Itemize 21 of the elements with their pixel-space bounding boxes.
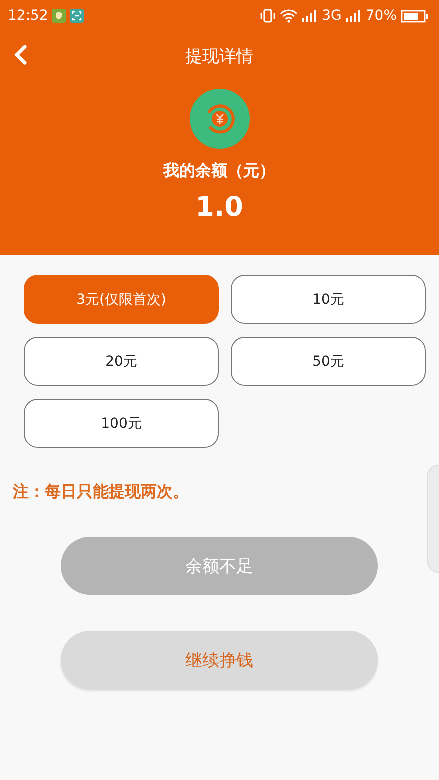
vibrate-icon	[260, 9, 276, 23]
back-icon[interactable]	[12, 44, 30, 66]
signal-icon	[346, 10, 362, 22]
side-handle[interactable]	[427, 465, 439, 573]
amount-option[interactable]: 20元	[24, 337, 219, 386]
status-time: 12:52	[8, 8, 48, 24]
shield-icon	[52, 9, 66, 23]
balance-label: 我的余额（元）	[164, 161, 276, 182]
balance-amount: 1.0	[196, 192, 244, 223]
battery-icon	[401, 10, 429, 22]
battery-percent: 70%	[366, 8, 397, 24]
scan-icon	[70, 9, 84, 23]
coin-icon	[190, 89, 250, 149]
network-type: 3G	[322, 8, 342, 24]
page-title: 提现详情	[186, 46, 254, 68]
signal-icon	[302, 10, 318, 22]
amount-option[interactable]: 100元	[24, 399, 219, 448]
note-text: 注：每日只能提现两次。	[13, 482, 189, 503]
wifi-icon	[280, 9, 298, 23]
amount-option[interactable]: 50元	[231, 337, 426, 386]
amount-option[interactable]: 10元	[231, 275, 426, 324]
